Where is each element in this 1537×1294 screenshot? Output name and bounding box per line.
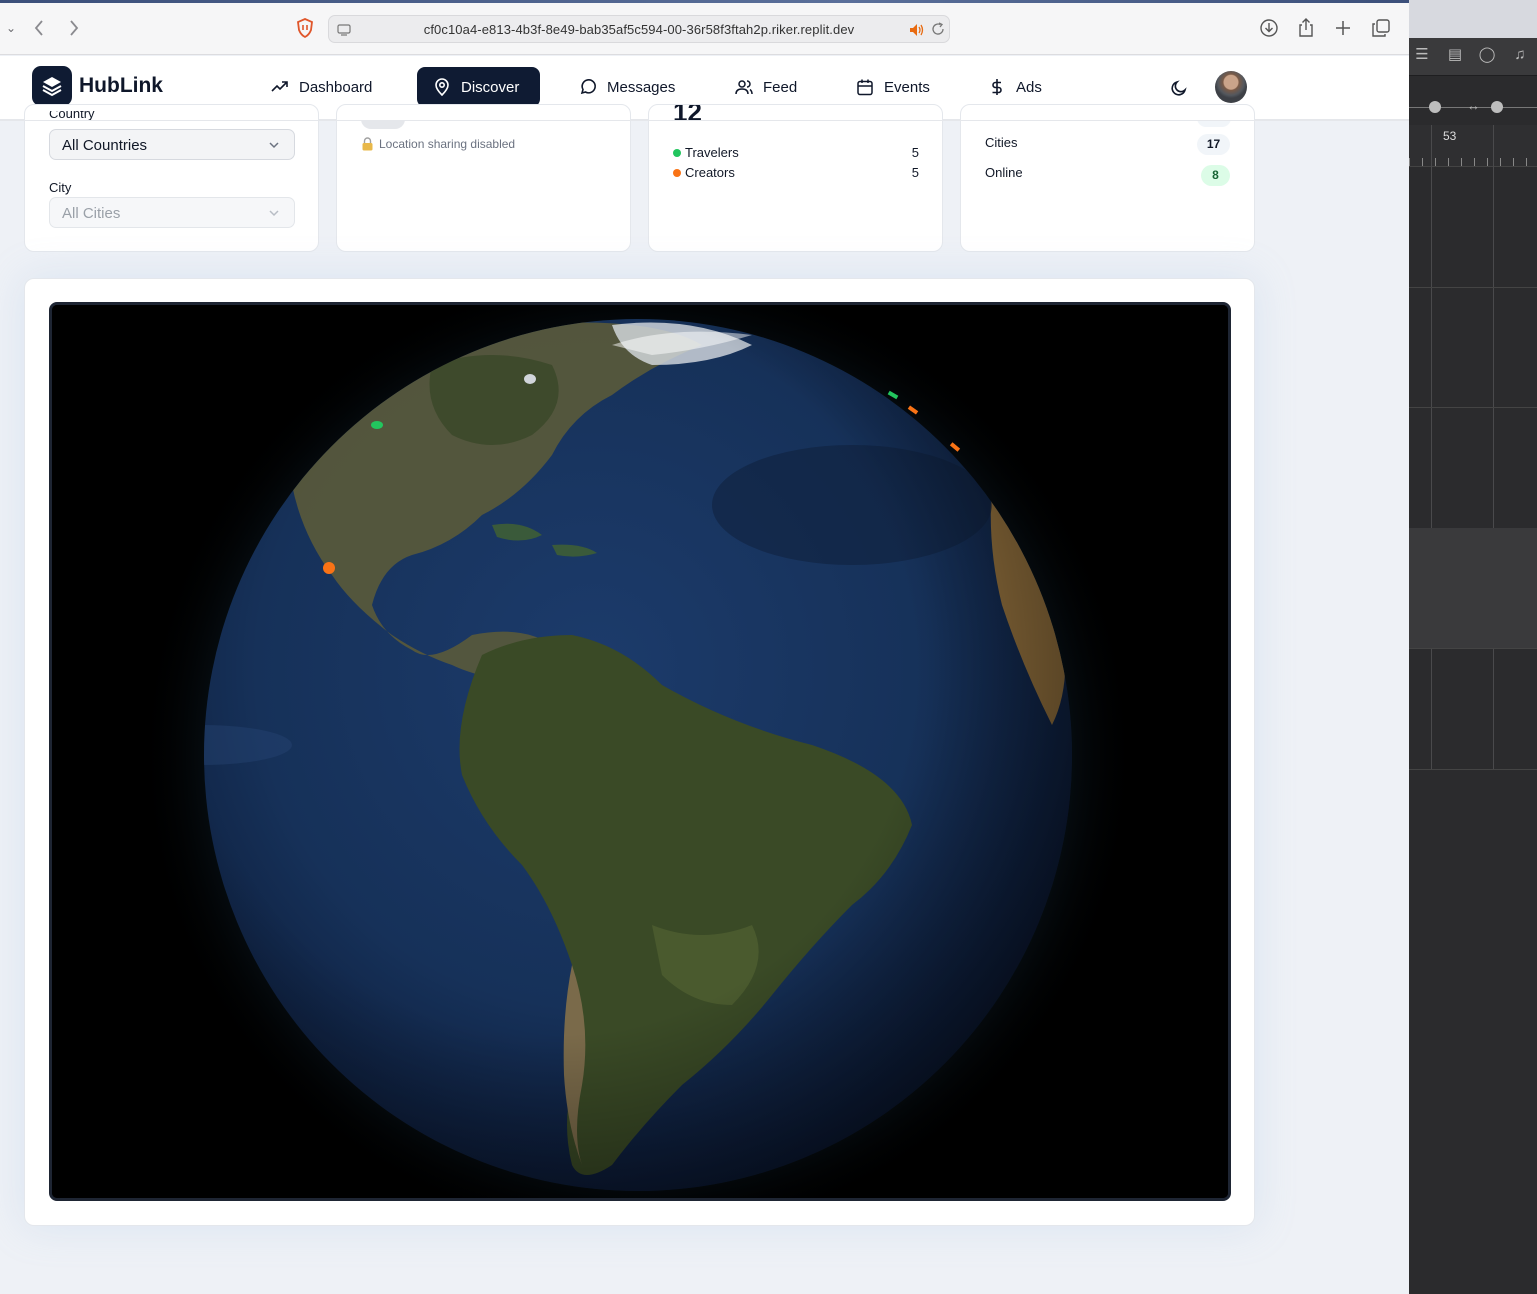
travelers-count: 5 [911, 145, 919, 160]
city-select[interactable]: All Cities [49, 197, 295, 228]
traveler-dot [673, 148, 681, 157]
country-select[interactable]: All Countries [49, 129, 295, 160]
cities-label: Cities [985, 135, 1018, 150]
users-total-clip: 12 [673, 105, 702, 131]
creator-dot [673, 168, 681, 177]
nav-messages[interactable]: Messages [563, 67, 691, 107]
nav-events[interactable]: Events [840, 67, 946, 107]
message-circle-icon [580, 79, 596, 95]
chevron-down-icon[interactable]: ⌄ [0, 17, 22, 39]
location-toggle[interactable] [361, 121, 405, 129]
background-app-titlebar [1409, 0, 1537, 38]
nav-label: Feed [763, 78, 798, 96]
reload-icon[interactable] [931, 22, 945, 36]
nav-label: Messages [607, 78, 676, 96]
traveler-marker[interactable] [371, 421, 383, 429]
chevron-down-icon [269, 210, 279, 217]
chevron-down-icon [269, 142, 279, 149]
country-select-value: All Countries [62, 137, 148, 154]
user-marker[interactable] [524, 374, 536, 384]
users-card: 12 Travelers 5 Creators 5 [648, 104, 943, 252]
url-text: cf0c10a4-e813-4b3f-8e49-bab35af5c594-00-… [423, 22, 855, 37]
layers-icon [42, 77, 62, 97]
map-pin-icon [435, 78, 449, 96]
creators-count: 5 [911, 165, 919, 180]
location-card: Location sharing disabled [336, 104, 631, 252]
browser-window: ⌄ cf0c10a4-e813-4b3f-8e49-bab35af5c594-0… [0, 0, 1409, 1294]
country-label: Country [49, 111, 95, 121]
hublink-logo[interactable] [32, 66, 72, 106]
globe-viewport[interactable] [49, 302, 1231, 1201]
ruler-number: 53 [1443, 129, 1457, 143]
lock-icon [362, 137, 373, 151]
creators-label: Creators [685, 165, 735, 180]
creators-row: Creators 5 [673, 165, 919, 180]
online-count-badge: 8 [1201, 165, 1230, 186]
library-icon[interactable]: ♫ [1511, 46, 1529, 64]
online-label: Online [985, 165, 1023, 180]
new-tab-icon[interactable] [1332, 17, 1354, 39]
share-icon[interactable] [1295, 17, 1317, 39]
users-icon [735, 80, 753, 95]
brand-name[interactable]: HubLink [79, 74, 163, 98]
back-icon[interactable] [28, 17, 50, 39]
brave-shield-icon[interactable] [294, 17, 316, 39]
theme-toggle-button[interactable] [1166, 75, 1192, 101]
city-select-value: All Cities [62, 205, 121, 222]
globe-canvas[interactable] [52, 305, 1228, 1198]
trending-up-icon [271, 81, 288, 92]
comment-icon[interactable]: ◯ [1478, 46, 1496, 64]
address-bar[interactable]: cf0c10a4-e813-4b3f-8e49-bab35af5c594-00-… [328, 15, 950, 43]
tabs-overview-icon[interactable] [1370, 17, 1392, 39]
nav-label: Dashboard [299, 78, 373, 96]
timeline-ruler[interactable]: 53 [1409, 125, 1537, 167]
hidden-pill [1197, 121, 1231, 127]
moon-icon [1171, 80, 1187, 96]
nav-label: Events [884, 78, 930, 96]
zoom-slider[interactable]: ↔ [1409, 96, 1537, 118]
nav-ads[interactable]: Ads [972, 67, 1058, 107]
cities-count-badge: 17 [1197, 134, 1230, 155]
nav-feed[interactable]: Feed [719, 67, 813, 107]
nav-discover[interactable]: Discover [417, 67, 540, 107]
location-status-text: Location sharing disabled [379, 137, 516, 151]
slider-knob[interactable] [1491, 101, 1503, 113]
nav-label: Discover [461, 78, 520, 96]
nav-label: Ads [1016, 78, 1042, 96]
track-lane[interactable] [1409, 528, 1537, 648]
avatar[interactable] [1215, 71, 1247, 103]
travelers-row: Travelers 5 [673, 145, 919, 160]
resize-icon: ↔ [1467, 98, 1480, 113]
creator-marker[interactable] [323, 562, 335, 574]
slider-knob[interactable] [1429, 101, 1441, 113]
city-label: City [49, 180, 72, 195]
location-status: Location sharing disabled [361, 137, 515, 151]
download-icon[interactable] [1258, 17, 1280, 39]
stats-card: Cities 17 Online 8 [960, 104, 1255, 252]
globe-card [24, 278, 1255, 1226]
dollar-icon [992, 79, 1002, 95]
filters-card: Country All Countries City All Cities [24, 104, 319, 252]
forward-icon[interactable] [63, 17, 85, 39]
speaker-icon[interactable] [909, 23, 925, 37]
browser-toolbar: ⌄ cf0c10a4-e813-4b3f-8e49-bab35af5c594-0… [0, 0, 1409, 55]
nav-dashboard[interactable]: Dashboard [255, 67, 388, 107]
users-total: 12 [673, 105, 702, 127]
list-icon[interactable]: ☰ [1413, 46, 1431, 64]
travelers-label: Travelers [685, 145, 739, 160]
calendar-icon [857, 79, 873, 96]
panel-icon[interactable]: ▤ [1446, 46, 1464, 64]
background-app-window: ☰ ▤ ◯ ♫ ↔ 53 [1409, 0, 1537, 1294]
